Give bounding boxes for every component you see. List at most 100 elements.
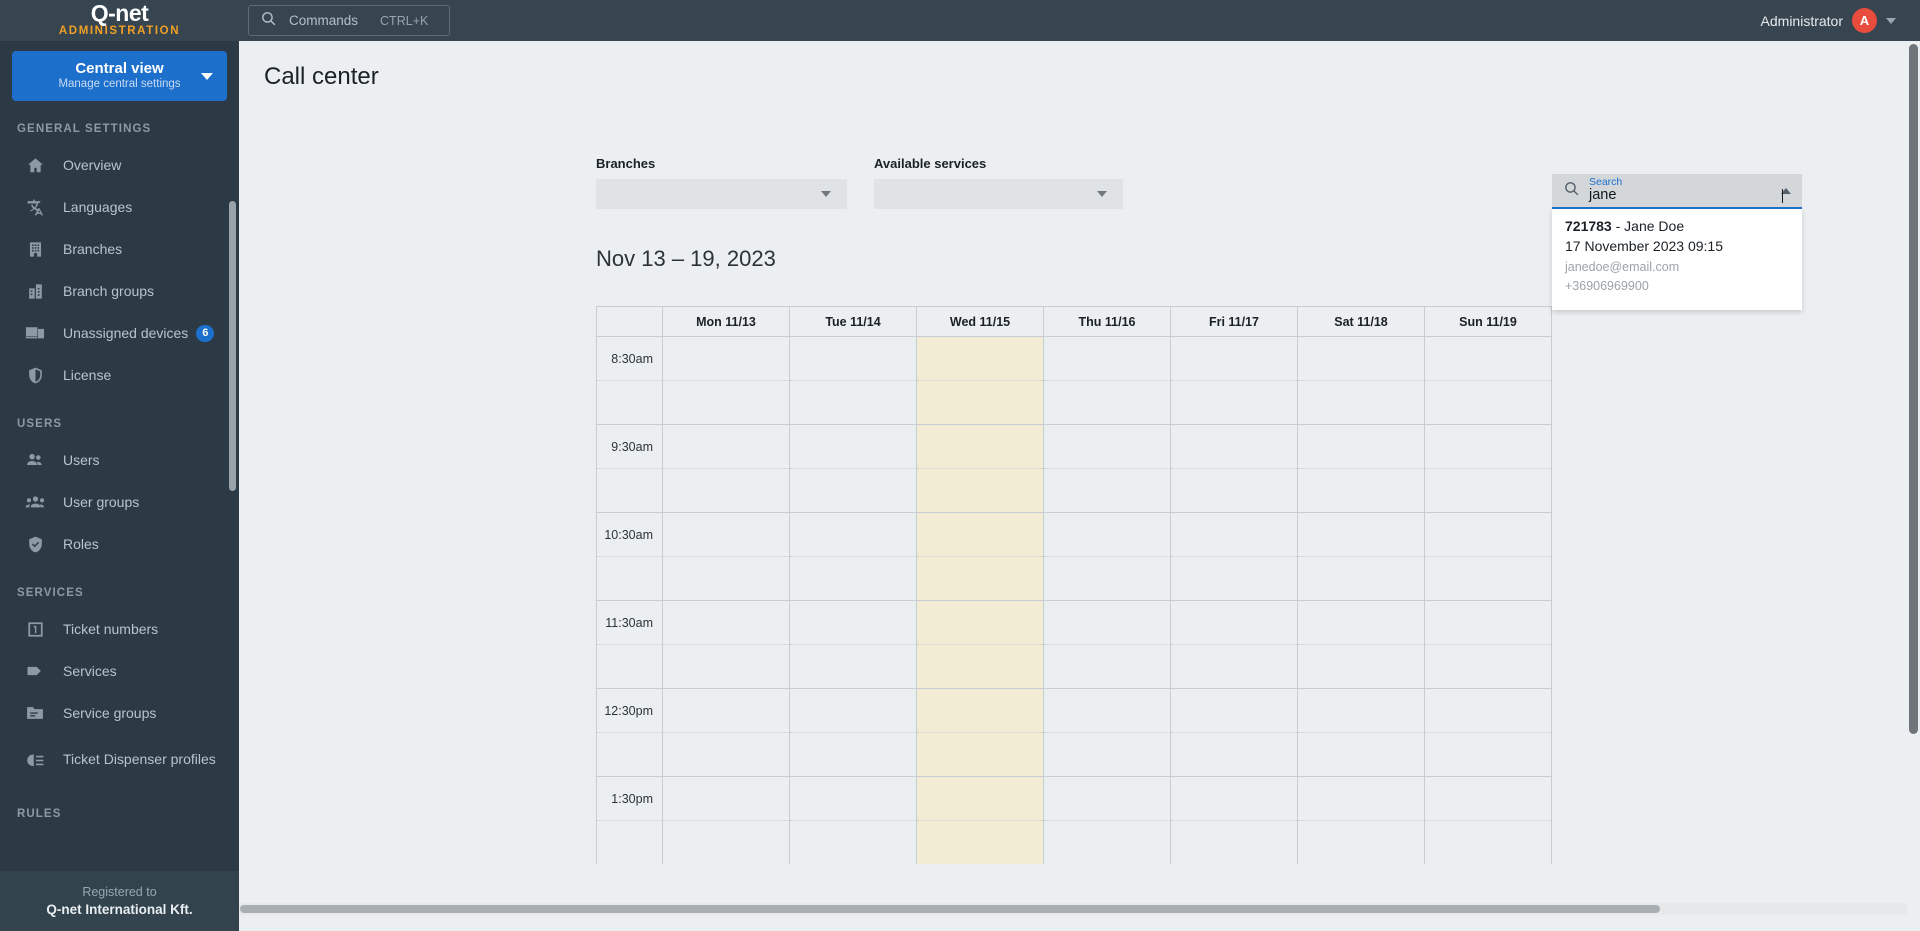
search-input-container[interactable]: Search jane bbox=[1552, 174, 1802, 209]
calendar-cell[interactable] bbox=[663, 336, 789, 380]
commands-search-button[interactable]: Commands CTRL+K bbox=[248, 5, 450, 36]
calendar-cell[interactable] bbox=[1298, 600, 1424, 644]
calendar-cell[interactable] bbox=[663, 380, 789, 424]
sidebar-item-ticket-dispenser-profiles[interactable]: Ticket Dispenser profiles bbox=[0, 734, 239, 786]
central-view-switcher[interactable]: Central view Manage central settings bbox=[12, 51, 227, 101]
calendar-cell[interactable] bbox=[917, 644, 1043, 688]
calendar-cell[interactable] bbox=[663, 644, 789, 688]
calendar-cell[interactable] bbox=[1044, 380, 1170, 424]
calendar-cell[interactable] bbox=[1425, 468, 1551, 512]
sidebar-item-license[interactable]: License bbox=[0, 354, 239, 396]
calendar-cell[interactable] bbox=[1044, 820, 1170, 864]
user-menu[interactable]: Administrator A bbox=[1761, 8, 1896, 33]
calendar-cell[interactable] bbox=[663, 776, 789, 820]
calendar-cell[interactable] bbox=[917, 688, 1043, 732]
calendar-cell[interactable] bbox=[663, 732, 789, 776]
calendar-cell[interactable] bbox=[790, 512, 916, 556]
calendar-cell[interactable] bbox=[917, 732, 1043, 776]
calendar-cell[interactable] bbox=[1171, 600, 1297, 644]
calendar-cell[interactable] bbox=[1298, 688, 1424, 732]
calendar-cell[interactable] bbox=[917, 336, 1043, 380]
sidebar-item-branches[interactable]: Branches bbox=[0, 228, 239, 270]
calendar-cell[interactable] bbox=[917, 512, 1043, 556]
calendar-cell[interactable] bbox=[1425, 820, 1551, 864]
calendar-cell[interactable] bbox=[790, 468, 916, 512]
calendar-cell[interactable] bbox=[1171, 512, 1297, 556]
calendar-cell[interactable] bbox=[1425, 776, 1551, 820]
calendar-day-column[interactable] bbox=[1298, 336, 1425, 864]
calendar-cell[interactable] bbox=[1298, 336, 1424, 380]
calendar-cell[interactable] bbox=[917, 776, 1043, 820]
horizontal-scrollbar[interactable] bbox=[239, 903, 1920, 915]
sidebar-item-services[interactable]: Services bbox=[0, 650, 239, 692]
calendar-cell[interactable] bbox=[917, 820, 1043, 864]
calendar-day-column[interactable] bbox=[1044, 336, 1171, 864]
calendar-day-column[interactable] bbox=[790, 336, 917, 864]
vertical-scrollbar-thumb[interactable] bbox=[1909, 44, 1918, 734]
calendar-cell[interactable] bbox=[1298, 424, 1424, 468]
calendar-cell[interactable] bbox=[1298, 820, 1424, 864]
calendar-cell[interactable] bbox=[917, 556, 1043, 600]
sidebar-item-roles[interactable]: Roles bbox=[0, 523, 239, 565]
calendar-cell[interactable] bbox=[790, 820, 916, 864]
calendar-day-column[interactable] bbox=[1171, 336, 1298, 864]
sidebar-item-languages[interactable]: Languages bbox=[0, 186, 239, 228]
sidebar-item-ticket-numbers[interactable]: Ticket numbers bbox=[0, 608, 239, 650]
calendar-cell[interactable] bbox=[790, 688, 916, 732]
calendar-cell[interactable] bbox=[790, 732, 916, 776]
calendar-cell[interactable] bbox=[1171, 424, 1297, 468]
sidebar-item-unassigned-devices[interactable]: Unassigned devices 6 bbox=[0, 312, 239, 354]
calendar-cell[interactable] bbox=[1171, 336, 1297, 380]
calendar-cell[interactable] bbox=[917, 380, 1043, 424]
calendar-cell[interactable] bbox=[1044, 556, 1170, 600]
calendar-day-column-today[interactable] bbox=[917, 336, 1044, 864]
calendar-cell[interactable] bbox=[1298, 644, 1424, 688]
vertical-scrollbar[interactable] bbox=[1907, 41, 1920, 931]
sidebar-item-service-groups[interactable]: Service groups bbox=[0, 692, 239, 734]
search-input[interactable]: jane bbox=[1589, 187, 1783, 204]
calendar-cell[interactable] bbox=[1171, 468, 1297, 512]
sidebar-scrollbar[interactable] bbox=[229, 201, 236, 491]
calendar-cell[interactable] bbox=[1425, 556, 1551, 600]
calendar-cell[interactable] bbox=[790, 644, 916, 688]
calendar-cell[interactable] bbox=[1171, 380, 1297, 424]
sidebar-item-branch-groups[interactable]: Branch groups bbox=[0, 270, 239, 312]
available-services-select[interactable] bbox=[874, 179, 1123, 209]
calendar-cell[interactable] bbox=[1044, 600, 1170, 644]
calendar-day-column[interactable] bbox=[1425, 336, 1552, 864]
calendar-cell[interactable] bbox=[1298, 776, 1424, 820]
calendar-cell[interactable] bbox=[1298, 732, 1424, 776]
calendar-cell[interactable] bbox=[790, 556, 916, 600]
calendar-cell[interactable] bbox=[1171, 820, 1297, 864]
sidebar-item-overview[interactable]: Overview bbox=[0, 144, 239, 186]
calendar-cell[interactable] bbox=[663, 468, 789, 512]
calendar-cell[interactable] bbox=[1171, 732, 1297, 776]
calendar-cell[interactable] bbox=[1298, 512, 1424, 556]
calendar-cell[interactable] bbox=[663, 424, 789, 468]
sidebar-item-users[interactable]: Users bbox=[0, 439, 239, 481]
calendar-cell[interactable] bbox=[790, 600, 916, 644]
calendar-cell[interactable] bbox=[917, 600, 1043, 644]
calendar-cell[interactable] bbox=[1425, 380, 1551, 424]
calendar-cell[interactable] bbox=[790, 776, 916, 820]
calendar-cell[interactable] bbox=[1425, 644, 1551, 688]
calendar-cell[interactable] bbox=[1298, 468, 1424, 512]
calendar-cell[interactable] bbox=[1044, 732, 1170, 776]
calendar-cell[interactable] bbox=[1044, 644, 1170, 688]
calendar-cell[interactable] bbox=[1425, 512, 1551, 556]
calendar-cell[interactable] bbox=[1425, 336, 1551, 380]
calendar-cell[interactable] bbox=[1425, 688, 1551, 732]
calendar-cell[interactable] bbox=[1171, 776, 1297, 820]
calendar-cell[interactable] bbox=[1171, 688, 1297, 732]
calendar-cell[interactable] bbox=[790, 336, 916, 380]
calendar-cell[interactable] bbox=[663, 600, 789, 644]
calendar-cell[interactable] bbox=[663, 556, 789, 600]
calendar-cell[interactable] bbox=[1298, 380, 1424, 424]
calendar-cell[interactable] bbox=[790, 380, 916, 424]
calendar-cell[interactable] bbox=[790, 424, 916, 468]
calendar-cell[interactable] bbox=[917, 468, 1043, 512]
calendar-cell[interactable] bbox=[663, 820, 789, 864]
calendar-cell[interactable] bbox=[1044, 776, 1170, 820]
sidebar-item-user-groups[interactable]: User groups bbox=[0, 481, 239, 523]
calendar-cell[interactable] bbox=[917, 424, 1043, 468]
